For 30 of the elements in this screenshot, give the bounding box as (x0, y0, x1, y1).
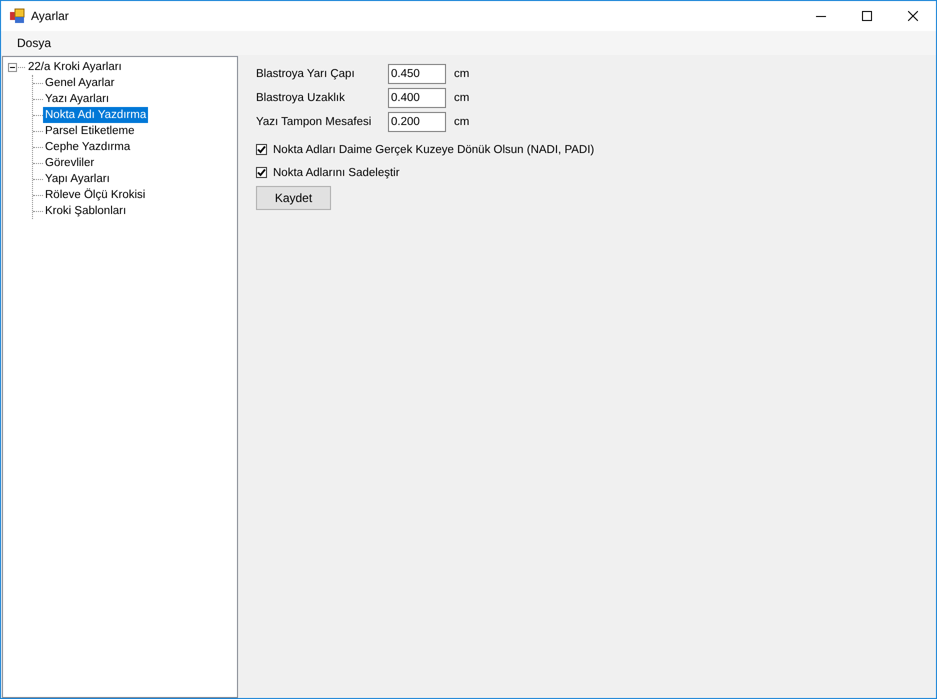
field-label: Yazı Tampon Mesafesi (256, 116, 372, 128)
close-icon[interactable] (908, 11, 918, 21)
checkbox-label: Nokta Adları Daime Gerçek Kuzeye Dönük Olsun (NADI, PADI) (273, 144, 594, 156)
unit-label: cm (454, 116, 470, 128)
tree-item[interactable]: Röleve Ölçü Krokisi (43, 187, 148, 203)
tree-item[interactable]: Görevliler (43, 155, 96, 171)
checkbox[interactable] (256, 144, 267, 155)
tree-item[interactable]: Cephe Yazdırma (43, 139, 132, 155)
checkbox-label: Nokta Adlarını Sadeleştir (273, 166, 400, 178)
collapse-icon[interactable] (8, 62, 17, 72)
input-field[interactable]: 0.200 (388, 112, 446, 132)
tree-item[interactable]: Yazı Ayarları (43, 91, 112, 107)
unit-label: cm (454, 92, 470, 104)
input-field[interactable]: 0.400 (388, 88, 446, 108)
save-button[interactable]: Kaydet (256, 186, 331, 210)
app-icon (9, 8, 25, 24)
menu-item[interactable]: Dosya (10, 36, 58, 50)
field-label: Blastroya Yarı Çapı (256, 68, 356, 80)
tree-item[interactable]: Kroki Şablonları (43, 203, 128, 219)
unit-label: cm (454, 68, 470, 80)
tree-item[interactable]: Parsel Etiketleme (43, 123, 136, 139)
tree-item[interactable]: Nokta Adı Yazdırma (43, 107, 148, 123)
input-field[interactable]: 0.450 (388, 64, 446, 84)
checkbox[interactable] (256, 167, 267, 178)
tree-item[interactable]: Yapı Ayarları (43, 171, 112, 187)
field-label: Blastroya Uzaklık (256, 92, 346, 104)
tree-item[interactable]: 22/a Kroki Ayarları (26, 60, 124, 74)
maximize-icon[interactable] (862, 11, 872, 21)
tree-item[interactable]: Genel Ayarlar (43, 75, 116, 91)
window-title: Ayarlar (31, 9, 69, 23)
